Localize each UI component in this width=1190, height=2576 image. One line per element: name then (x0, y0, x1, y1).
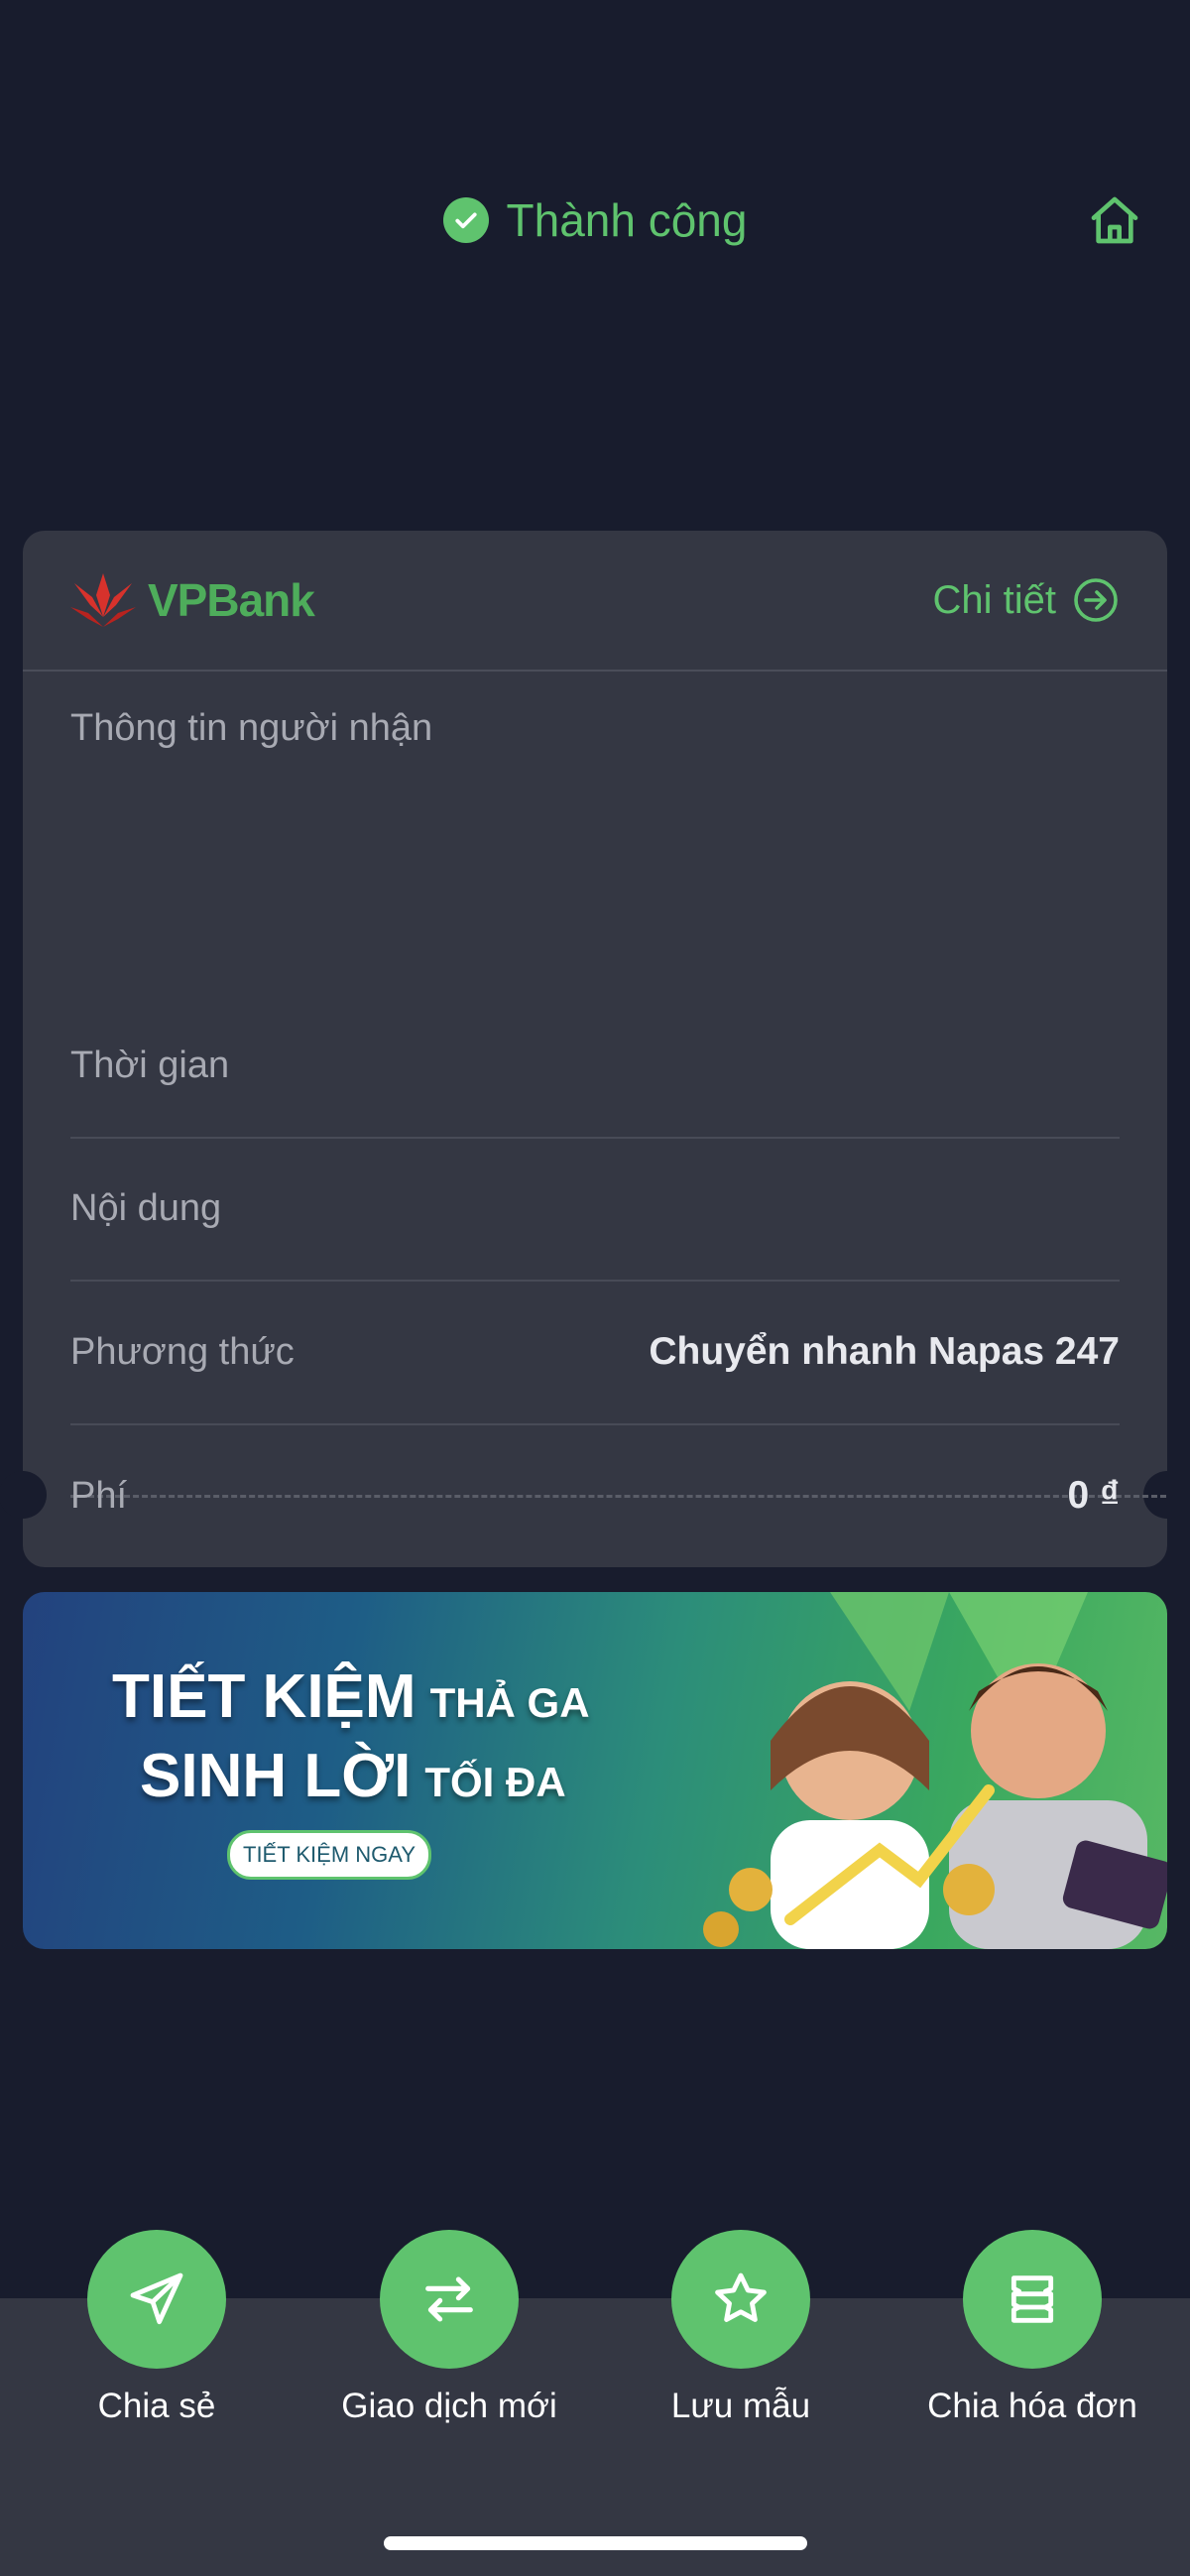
home-button[interactable] (1083, 188, 1146, 252)
send-icon (130, 2272, 183, 2325)
receipt-header: VPBank Chi tiết (23, 531, 1167, 672)
time-label: Thời gian (70, 1043, 230, 1086)
bank-name: VPBank (148, 574, 315, 626)
recipient-info-label: Thông tin người nhận (70, 707, 433, 749)
savings-promo-banner[interactable]: TIẾT KIỆM THẢ GA SINH LỜI TỐI ĐA TIẾT KIỆM… (23, 1592, 1167, 1949)
fee-label: Phí (70, 1474, 128, 1517)
star-icon (715, 2272, 767, 2322)
content-label: Nội dung (70, 1186, 222, 1229)
fee-row: Phí 0 ₫ (70, 1424, 1120, 1567)
method-row: Phương thức Chuyển nhanh Napas 247 (70, 1281, 1120, 1425)
split-bill-button[interactable]: Chia hóa đơn (889, 2230, 1176, 2426)
share-label: Chia sẻ (97, 2387, 216, 2425)
banner-headline-2: SINH LỜI TỐI ĐA (140, 1742, 566, 1810)
fee-value: 0 ₫ (1067, 1474, 1120, 1517)
detail-link[interactable]: Chi tiết (933, 568, 1121, 632)
detail-label: Chi tiết (932, 577, 1057, 622)
arrow-right-circle-icon (1074, 578, 1118, 622)
transaction-status: Thành công (0, 188, 1190, 252)
new-transaction-button[interactable]: Giao dịch mới (305, 2230, 593, 2426)
ticket-notch-left (0, 1471, 47, 1519)
swap-arrows-icon (425, 2276, 473, 2322)
time-row: Thời gian (70, 994, 1120, 1139)
vpbank-logo: VPBank (68, 566, 315, 634)
banner-headline-1: TIẾT KIỆM THẢ GA (112, 1662, 590, 1731)
banner-cta-button[interactable]: TIẾT KIỆM NGAY (227, 1830, 431, 1880)
home-icon (1091, 196, 1138, 244)
home-indicator[interactable] (384, 2536, 807, 2550)
banner-couple-illustration (703, 1592, 1167, 1949)
new-transaction-label: Giao dịch mới (341, 2387, 557, 2425)
save-template-label: Lưu mẫu (670, 2387, 811, 2425)
method-label: Phương thức (70, 1330, 295, 1373)
status-text: Thành công (506, 194, 748, 246)
content-row: Nội dung (70, 1137, 1120, 1282)
vpbank-lotus-icon (70, 573, 136, 627)
split-bill-label: Chia hóa đơn (927, 2387, 1137, 2425)
save-template-button[interactable]: Lưu mẫu (597, 2230, 885, 2426)
share-button[interactable]: Chia sẻ (13, 2230, 300, 2426)
method-value: Chuyển nhanh Napas 247 (649, 1330, 1120, 1373)
check-circle-icon (442, 197, 489, 243)
split-bill-icon (1011, 2275, 1054, 2323)
